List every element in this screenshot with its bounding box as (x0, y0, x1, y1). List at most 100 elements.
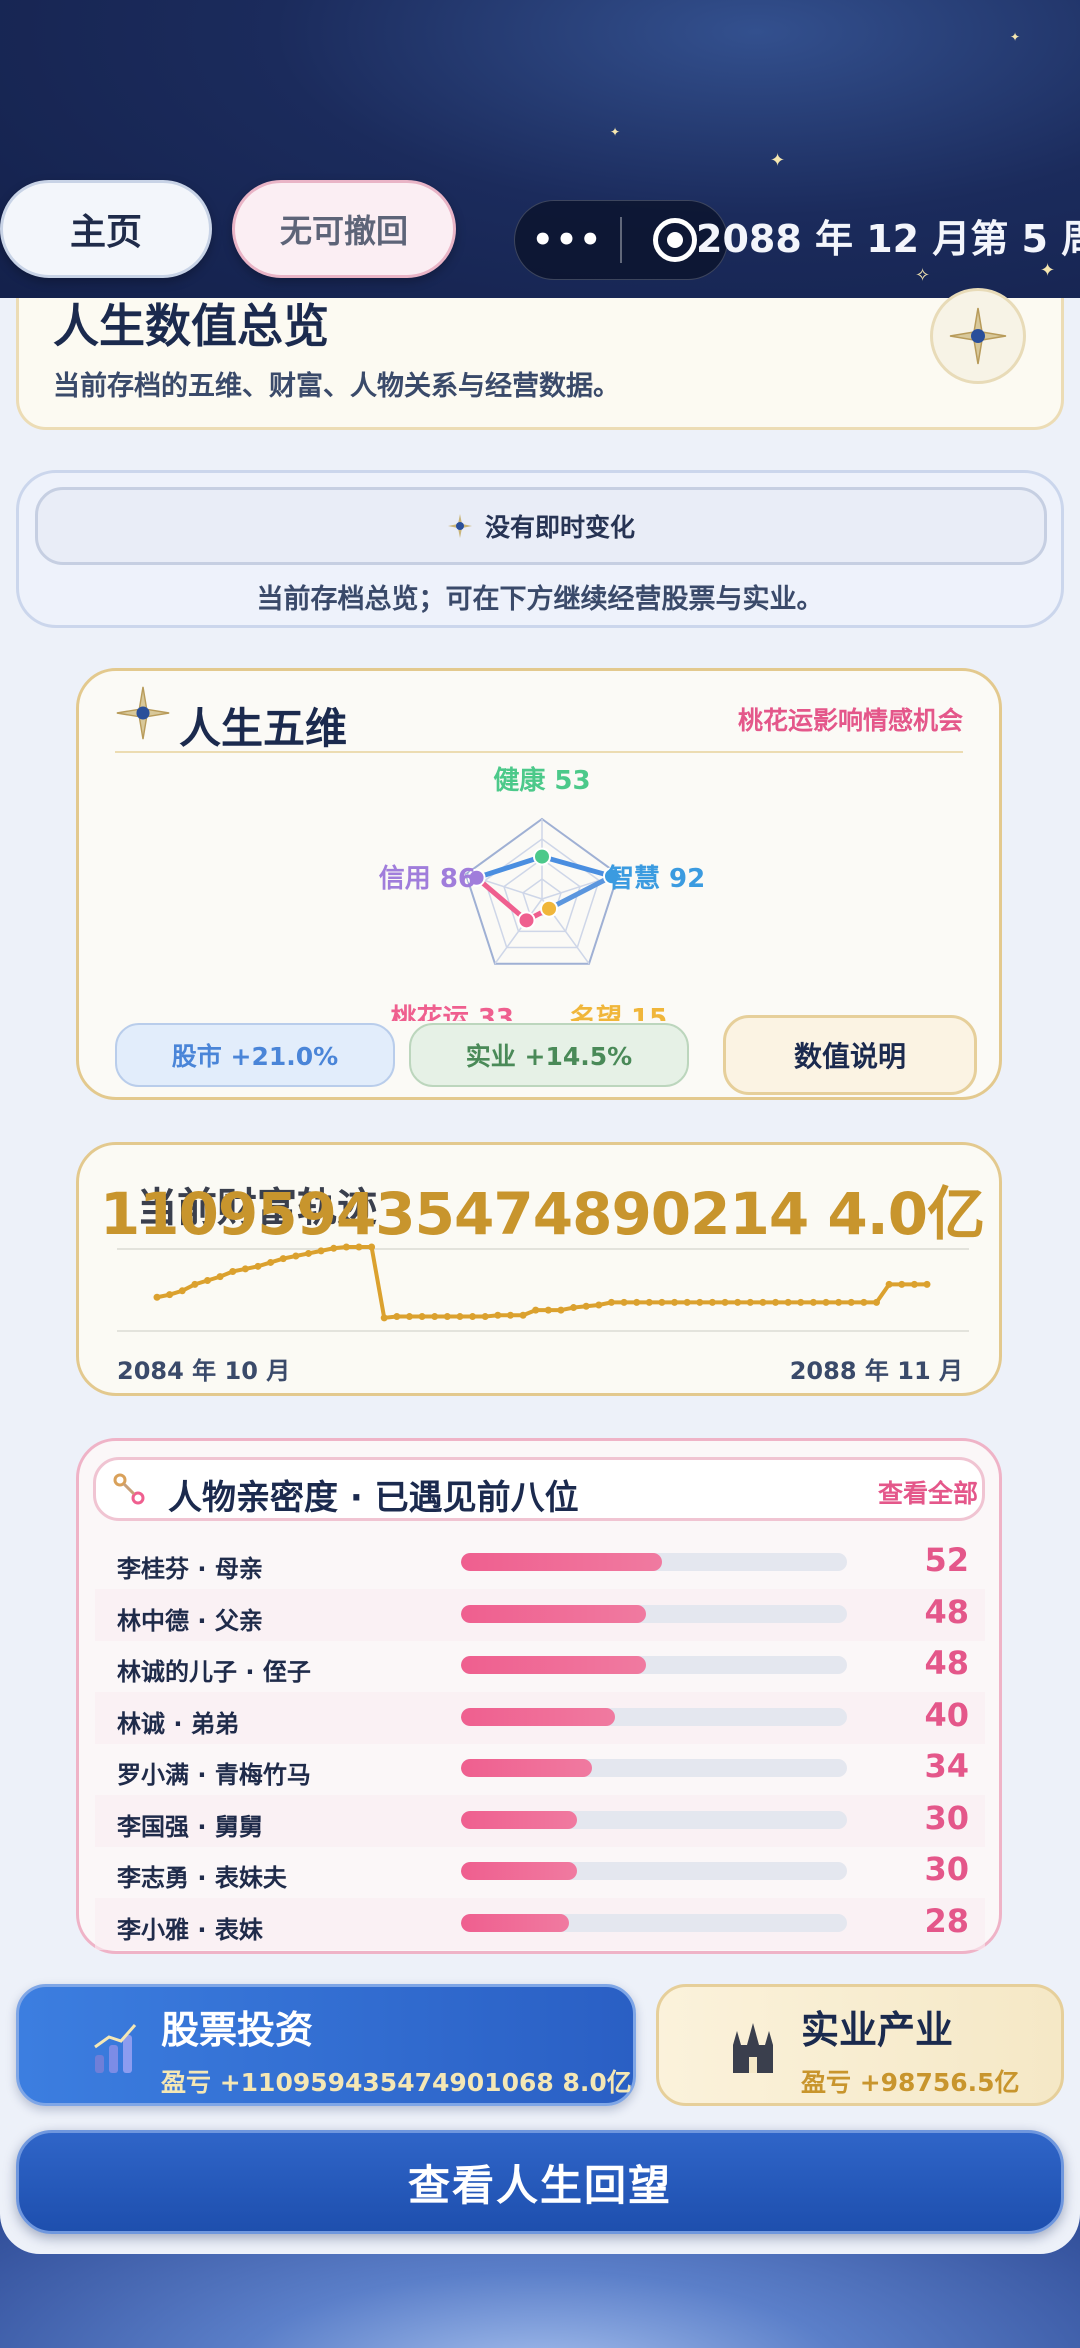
intimacy-value: 28 (924, 1901, 969, 1940)
wealth-data-point (380, 1314, 388, 1322)
radar-label: 名望 15 (570, 1003, 667, 1021)
relation-row[interactable]: 林中德 · 父亲 48 (95, 1588, 985, 1641)
relation-name: 林诚的儿子 · 侄子 (117, 1658, 311, 1686)
wealth-data-point (519, 1311, 527, 1319)
wealth-data-point (797, 1298, 805, 1306)
intimacy-bar (461, 1604, 847, 1623)
home-tab[interactable]: 主页 (0, 180, 212, 278)
wealth-data-point (443, 1313, 451, 1321)
wealth-data-point (885, 1280, 893, 1288)
wealth-data-point (544, 1306, 552, 1314)
game-date: 2088 年 12 月第 5 周 (696, 217, 1080, 261)
wealth-data-point (607, 1298, 615, 1306)
wealth-data-point (481, 1313, 489, 1321)
radar-point (533, 847, 551, 866)
relation-row[interactable]: 李桂芬 · 母亲 52 (95, 1537, 985, 1589)
wealth-data-point (557, 1306, 565, 1314)
business-button[interactable]: 实业产业 盈亏 +98756.5亿 (656, 1984, 1064, 2106)
relation-name: 罗小满 · 青梅竹马 (117, 1761, 311, 1789)
relation-row[interactable]: 李小雅 · 表妹 28 (95, 1897, 985, 1950)
wealth-data-point (330, 1244, 338, 1252)
intimacy-bar-fill (461, 1604, 647, 1623)
wealth-data-point (254, 1262, 262, 1270)
more-menu-button[interactable]: ••• (515, 220, 620, 260)
wealth-data-point (342, 1243, 350, 1251)
undo-button[interactable]: 无可撤回 (232, 180, 456, 278)
relation-name: 林诚 · 弟弟 (117, 1709, 239, 1738)
wealth-value: 110959435474890214 4.0亿 (99, 1180, 985, 1248)
wealth-data-point (809, 1298, 817, 1306)
wealth-data-point (620, 1298, 628, 1306)
intimacy-bar (461, 1759, 847, 1777)
wealth-data-point (355, 1243, 363, 1251)
change-status-label: 没有即时变化 (484, 513, 635, 542)
wealth-data-point (645, 1298, 653, 1306)
relations-header: 人物亲密度 · 已遇见前八位 查看全部 (93, 1457, 985, 1521)
intimacy-bar (461, 1553, 847, 1571)
relation-row[interactable]: 林诚的儿子 · 侄子 48 (95, 1640, 985, 1692)
wealth-data-point (708, 1298, 716, 1306)
business-title: 实业产业 (801, 2008, 954, 2052)
star-icon: ✧ (915, 265, 931, 286)
wealth-data-point (696, 1298, 704, 1306)
stock-title: 股票投资 (161, 2008, 314, 2052)
wealth-data-point (873, 1298, 881, 1306)
five-dimensions-card: 人生五维 桃花运影响情感机会 健康 53 智慧 92 名望 15 桃花运 33 信用 8… (76, 668, 1002, 1100)
radar-label: 信用 86 (379, 864, 476, 894)
overview-card: 人生数值总览 当前存档的五维、财富、人物关系与经营数据。 (16, 298, 1064, 430)
relation-name: 李国强 · 舅舅 (117, 1812, 263, 1841)
wealth-data-point (746, 1298, 754, 1306)
change-status-button[interactable]: 没有即时变化 (35, 487, 1047, 565)
intimacy-bar (461, 1810, 847, 1829)
wealth-data-point (418, 1313, 426, 1321)
wealth-data-point (847, 1298, 855, 1306)
radar-edge (546, 873, 615, 912)
intimacy-bar-fill (461, 1656, 647, 1674)
overview-title: 人生数值总览 (53, 299, 329, 353)
star-icon: ✦ (610, 125, 621, 139)
intimacy-value: 40 (924, 1695, 969, 1734)
business-pill: 实业 +14.5% (409, 1023, 689, 1087)
wealth-data-point (898, 1280, 906, 1288)
relation-row[interactable]: 李志勇 · 表妹夫 30 (95, 1846, 985, 1898)
wealth-data-point (456, 1313, 464, 1321)
wealth-data-point (203, 1276, 211, 1284)
change-panel: 没有即时变化 当前存档总览；可在下方继续经营股票与实业。 (16, 470, 1064, 628)
wealth-data-point (595, 1301, 603, 1309)
intimacy-bar-fill (461, 1553, 662, 1571)
star-icon: ✦ (770, 150, 786, 171)
stat-explain-button[interactable]: 数值说明 (723, 1015, 977, 1095)
wealth-series-line (156, 1245, 927, 1321)
intimacy-bar-fill (461, 1862, 577, 1880)
stock-investment-button[interactable]: 股票投资 盈亏 +110959435474901068 8.0亿 (16, 1984, 636, 2106)
view-all-link[interactable]: 查看全部 (878, 1474, 978, 1510)
stock-market-pill: 股市 +21.0% (115, 1023, 395, 1087)
wealth-card: 当前财富轨迹 110959435474890214 4.0亿 2084 年 10… (76, 1142, 1002, 1396)
wealth-data-point (178, 1287, 186, 1295)
wealth-start-date: 2084 年 10 月 (117, 1357, 291, 1385)
wealth-data-point (279, 1255, 287, 1263)
relation-name: 李桂芬 · 母亲 (117, 1555, 263, 1583)
intimacy-value: 48 (924, 1644, 969, 1682)
business-profit: 盈亏 +98756.5亿 (801, 2068, 1020, 2097)
intimacy-bar-fill (461, 1913, 570, 1932)
compass-icon (930, 288, 1026, 384)
wealth-end-date: 2088 年 11 月 (789, 1357, 963, 1385)
relations-title: 人物亲密度 · 已遇见前八位 (168, 1478, 579, 1518)
intimacy-value: 52 (924, 1541, 969, 1579)
life-review-button[interactable]: 查看人生回望 (16, 2130, 1064, 2234)
relation-row[interactable]: 罗小满 · 青梅竹马 34 (95, 1743, 985, 1795)
wealth-data-point (317, 1247, 325, 1255)
radar-point (540, 899, 559, 918)
sparkle-icon (447, 514, 472, 538)
wealth-data-point (166, 1291, 174, 1299)
wealth-data-point (368, 1243, 376, 1251)
star-icon: ✦ (1040, 260, 1056, 281)
wealth-data-point (431, 1313, 439, 1321)
radar-label: 桃花运 33 (391, 1004, 514, 1021)
relation-row[interactable]: 李国强 · 舅舅 30 (95, 1794, 985, 1847)
wealth-data-point (633, 1298, 641, 1306)
wealth-data-point (304, 1249, 312, 1257)
relation-row[interactable]: 林诚 · 弟弟 40 (95, 1691, 985, 1744)
radar-label: 健康 53 (493, 765, 590, 796)
